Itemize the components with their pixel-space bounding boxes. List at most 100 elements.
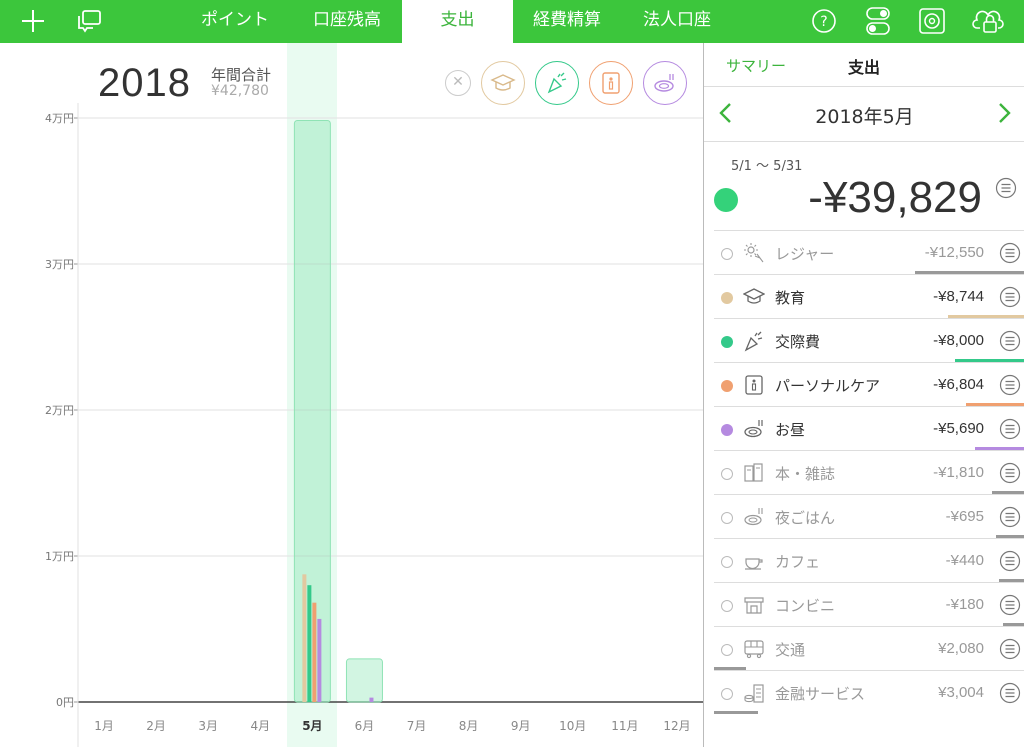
category-name: 本・雑誌 — [775, 465, 836, 483]
month-total: -¥39,829 — [808, 173, 982, 222]
category-toggle-dot[interactable] — [721, 512, 733, 524]
category-amount: -¥1,810 — [933, 464, 984, 481]
category-toggle-dot[interactable] — [721, 248, 733, 260]
category-row[interactable]: 金融サービス ¥3,004 — [714, 670, 1024, 714]
lunch-icon[interactable] — [643, 61, 687, 105]
date-range: 5/1 ～ 5/31 — [731, 159, 803, 174]
bus-icon — [743, 638, 765, 660]
settings-icon[interactable] — [915, 4, 949, 38]
expense-tab[interactable]: 支出 — [848, 54, 880, 78]
category-row[interactable]: パーソナルケア -¥6,804 — [714, 362, 1024, 406]
x-tick-label: 5月 — [302, 719, 322, 733]
top-nav-bar: ポイント 口座残高 支出 経費精算 法人口座 ? — [0, 0, 1024, 43]
menu-icon[interactable] — [999, 638, 1021, 664]
chevron-right-icon[interactable] — [990, 98, 1020, 128]
category-row[interactable]: 本・雑誌 -¥1,810 — [714, 450, 1024, 494]
plus-icon[interactable] — [16, 4, 50, 38]
personal-care-icon[interactable] — [589, 61, 633, 105]
menu-icon[interactable] — [999, 550, 1021, 576]
tab-points[interactable]: ポイント — [178, 0, 292, 43]
menu-icon[interactable] — [999, 330, 1021, 356]
tab-expense-settlement[interactable]: 経費精算 — [513, 0, 621, 43]
menu-icon[interactable] — [999, 374, 1021, 400]
category-row[interactable]: コンビニ -¥180 — [714, 582, 1024, 626]
education-icon — [742, 286, 766, 308]
category-amount: ¥2,080 — [938, 640, 984, 657]
clear-filter-icon[interactable]: ✕ — [445, 70, 471, 96]
category-row[interactable]: カフェ -¥440 — [714, 538, 1024, 582]
category-bar — [369, 697, 374, 702]
category-toggle-dot[interactable] — [721, 336, 733, 348]
summary-tab[interactable]: サマリー — [726, 55, 786, 76]
category-amount: ¥3,004 — [938, 684, 984, 701]
education-icon[interactable] — [481, 61, 525, 105]
monthly-expense-chart: 0円 1万円 2万円 3万円 4万円 1月 2月 3月 4月 5月 6月 7月 8月 9月 10月 11月 12… — [45, 43, 703, 747]
category-amount-bar — [714, 711, 758, 714]
category-name: パーソナルケア — [775, 377, 881, 395]
category-toggle-dot[interactable] — [721, 688, 733, 700]
menu-icon[interactable] — [999, 506, 1021, 532]
category-toggle-dot[interactable] — [721, 600, 733, 612]
menu-icon[interactable] — [999, 594, 1021, 620]
category-row[interactable]: 交通 ¥2,080 — [714, 626, 1024, 670]
category-bar — [307, 585, 312, 702]
category-amount: -¥6,804 — [933, 376, 984, 393]
category-amount: -¥8,744 — [933, 288, 984, 305]
party-icon — [743, 330, 765, 352]
svg-text:?: ? — [820, 14, 827, 30]
y-tick-label: 4万円 — [45, 112, 74, 125]
category-row[interactable]: 夜ごはん -¥695 — [714, 494, 1024, 538]
category-toggle-dot[interactable] — [721, 424, 733, 436]
category-toggle-dot[interactable] — [721, 644, 733, 656]
category-row[interactable]: 教育 -¥8,744 — [714, 274, 1024, 318]
category-toggle-dot[interactable] — [721, 556, 733, 568]
x-tick-label: 8月 — [459, 719, 479, 733]
x-tick-label: 3月 — [198, 719, 218, 733]
cloud-lock-icon[interactable] — [971, 4, 1005, 38]
menu-icon[interactable] — [999, 242, 1021, 268]
category-amount: -¥440 — [945, 552, 984, 569]
x-tick-label: 2月 — [146, 719, 166, 733]
panel-segment-control: サマリー 支出 — [704, 43, 1024, 87]
category-name: 交通 — [775, 641, 806, 659]
x-tick-label: 11月 — [611, 719, 638, 733]
party-icon[interactable] — [535, 61, 579, 105]
cafe-icon — [743, 550, 765, 572]
category-name: レジャー — [775, 245, 835, 263]
category-toggle-dot[interactable] — [721, 468, 733, 480]
category-row[interactable]: 交際費 -¥8,000 — [714, 318, 1024, 362]
menu-icon[interactable] — [999, 462, 1021, 488]
menu-icon[interactable] — [999, 682, 1021, 708]
month-navigator: 2018年5月 — [704, 88, 1024, 142]
y-tick-label: 0円 — [56, 696, 74, 709]
category-name: 交際費 — [775, 333, 821, 351]
category-name: 教育 — [775, 289, 806, 307]
x-tick-label: 6月 — [355, 719, 375, 733]
tab-account-balance[interactable]: 口座残高 — [292, 0, 402, 43]
tab-expenses[interactable]: 支出 — [402, 0, 513, 43]
category-row[interactable]: レジャー -¥12,550 — [714, 230, 1024, 274]
toggle-icon[interactable] — [861, 4, 895, 38]
category-toggle-dot[interactable] — [721, 292, 733, 304]
category-name: カフェ — [775, 553, 821, 571]
category-toggle-dot[interactable] — [721, 380, 733, 392]
category-amount: -¥180 — [945, 596, 984, 613]
personal-care-icon — [743, 374, 765, 396]
chat-icon[interactable] — [72, 4, 106, 38]
category-amount: -¥8,000 — [933, 332, 984, 349]
total-status-dot — [714, 188, 738, 212]
category-bar — [302, 574, 307, 702]
finance-icon — [743, 682, 765, 704]
category-amount: -¥695 — [945, 508, 984, 525]
help-icon[interactable]: ? — [807, 4, 841, 38]
category-bar — [317, 618, 322, 702]
menu-icon[interactable] — [999, 286, 1021, 312]
menu-icon[interactable] — [999, 418, 1021, 444]
tab-corporate-account[interactable]: 法人口座 — [621, 0, 733, 43]
category-name: 金融サービス — [775, 685, 866, 703]
category-row[interactable]: お昼 -¥5,690 — [714, 406, 1024, 450]
menu-icon[interactable] — [995, 177, 1017, 203]
book-icon — [743, 462, 765, 484]
dinner-icon — [743, 506, 765, 528]
y-tick-label: 2万円 — [45, 404, 74, 417]
